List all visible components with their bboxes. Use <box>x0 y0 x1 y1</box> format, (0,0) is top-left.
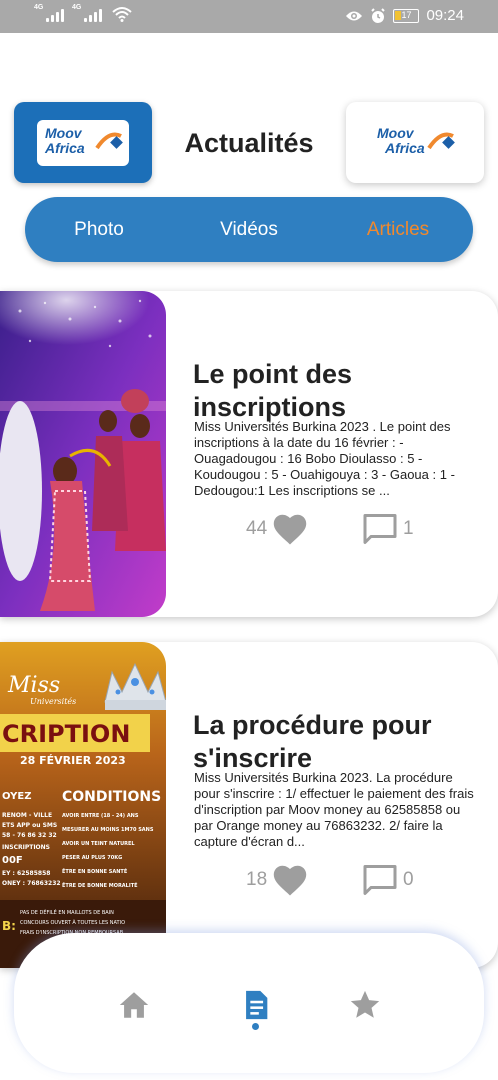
like-counter[interactable]: 44 <box>246 512 309 546</box>
poster-payez: OYEZ <box>2 791 31 802</box>
article-excerpt: Miss Universités Burkina 2023 . Le point… <box>194 419 455 498</box>
like-counter[interactable]: 18 <box>246 863 309 897</box>
tab-articles[interactable]: Articles <box>338 197 458 262</box>
moov-africa-logo-right[interactable]: Moov Africa <box>346 102 484 183</box>
moov-africa-logo-mark: Moov Africa <box>37 119 129 166</box>
poster-condition: AVOIR ENTRE (18 - 24) ANS <box>62 813 139 819</box>
poster-condition: PESER AU PLUS 70KG <box>62 855 122 861</box>
heart-icon[interactable] <box>271 863 309 897</box>
article-title[interactable]: Le point des inscriptions <box>193 358 483 424</box>
network-type-label: 4G <box>72 4 82 11</box>
comment-icon[interactable] <box>361 511 399 547</box>
moov-swoosh-icon <box>95 132 123 149</box>
poster-conditions-title: CONDITIONS <box>62 789 161 805</box>
alarm-icon <box>371 7 386 23</box>
article-photo <box>0 291 166 617</box>
poster-left-line: ONEY : 76863232 <box>2 880 61 887</box>
poster-bottom-prefix: B: <box>2 919 16 933</box>
poster-left-line: 00F <box>2 855 23 866</box>
moov-africa-logo-mark: Moov Africa <box>369 120 461 166</box>
poster-left-line: EY : 62585858 <box>2 870 50 877</box>
category-tabs: Photo Vidéos Articles <box>25 197 473 262</box>
poster-date: 28 FÉVRIER 2023 <box>20 754 126 767</box>
article-icon[interactable] <box>239 988 273 1022</box>
like-count: 44 <box>246 518 268 539</box>
poster-left-line: ETS APP ou SMS <box>2 822 57 829</box>
active-indicator <box>252 1023 259 1030</box>
status-icons-right: 17 09:24 <box>345 7 464 24</box>
article-title[interactable]: La procédure pour s'inscrire <box>193 709 483 775</box>
battery-icon: 17 <box>393 8 420 23</box>
cell-signal-icon: 4G <box>72 4 102 22</box>
clock: 09:24 <box>426 7 464 24</box>
eye-icon <box>346 11 363 20</box>
poster-condition: ÊTRE EN BONNE SANTÉ <box>62 867 128 875</box>
comment-counter[interactable]: 1 <box>361 511 414 547</box>
logo-text-line1: Moov <box>45 124 82 141</box>
poster-left-line: RENOM - VILLE <box>2 812 52 819</box>
star-icon[interactable] <box>348 988 382 1022</box>
poster-condition: AVOIR UN TEINT NATUREL <box>62 841 135 847</box>
battery-level: 17 <box>401 9 412 20</box>
cell-signal-icon: 4G <box>34 4 64 22</box>
poster-left-line: 58 - 76 86 32 32 <box>2 832 57 839</box>
bottom-navigation <box>14 933 484 1073</box>
home-icon[interactable] <box>117 988 151 1022</box>
comment-counter[interactable]: 0 <box>361 862 414 898</box>
wifi-icon <box>112 7 132 22</box>
like-count: 18 <box>246 869 268 890</box>
status-icons-left: 4G 4G <box>34 4 132 22</box>
article-card[interactable]: Miss Universités CRIPTION 28 FÉVRIER 202… <box>0 642 498 968</box>
poster-bottom-line: PAS DE DÉFILÉ EN MAILLOTS DE BAIN <box>20 908 114 916</box>
poster-bottom-line: CONCOURS OUVERT À TOUTES LES NATIO <box>20 919 125 926</box>
comment-icon[interactable] <box>361 862 399 898</box>
network-type-label: 4G <box>34 4 44 11</box>
heart-icon[interactable] <box>271 512 309 546</box>
poster-brand: Miss <box>7 673 60 698</box>
poster-condition: MESURER AU MOINS 1M70 SANS <box>62 827 154 833</box>
article-card[interactable]: Le point des inscriptions Miss Universit… <box>0 291 498 617</box>
article-poster: Miss Universités CRIPTION 28 FÉVRIER 202… <box>0 642 166 968</box>
poster-condition: ÊTRE DE BONNE MORALITÉ <box>62 881 138 889</box>
moov-swoosh-icon <box>427 132 455 149</box>
comment-count: 1 <box>403 518 414 539</box>
logo-text-line2: Africa <box>45 139 85 156</box>
poster-heading: CRIPTION <box>2 720 130 748</box>
tab-photo[interactable]: Photo <box>39 197 159 262</box>
status-bar: 4G 4G 17 09:24 <box>0 0 498 33</box>
moov-africa-logo-left[interactable]: Moov Africa <box>14 102 152 183</box>
comment-count: 0 <box>403 869 414 890</box>
logo-text-line1: Moov <box>377 124 414 141</box>
article-thumbnail[interactable] <box>0 291 166 617</box>
article-thumbnail[interactable]: Miss Universités CRIPTION 28 FÉVRIER 202… <box>0 642 166 968</box>
article-excerpt: Miss Universités Burkina 2023. La procéd… <box>194 770 474 849</box>
poster-left-line: INSCRIPTIONS <box>2 844 50 851</box>
page-title: Actualités <box>184 128 314 158</box>
tab-videos[interactable]: Vidéos <box>189 197 309 262</box>
logo-text-line2: Africa <box>385 139 425 156</box>
poster-brand-sub: Universités <box>30 697 76 706</box>
